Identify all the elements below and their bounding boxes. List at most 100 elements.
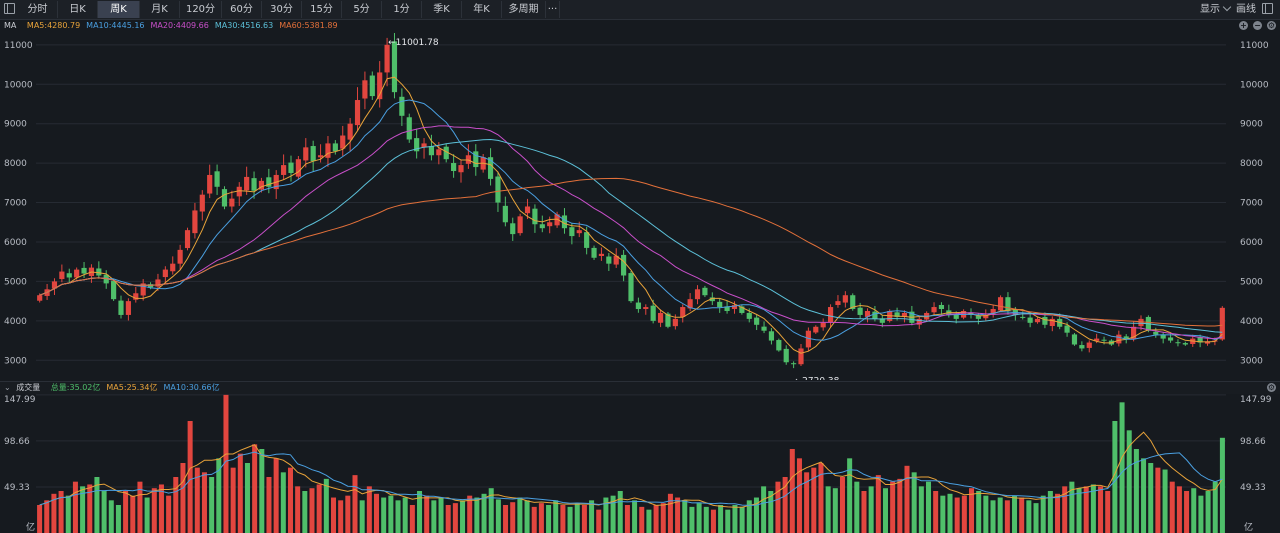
volume-bar bbox=[1055, 493, 1061, 533]
volume-bar bbox=[302, 491, 308, 533]
candle bbox=[606, 252, 612, 271]
candle bbox=[532, 204, 538, 233]
candle bbox=[990, 305, 996, 318]
plus-icon[interactable]: + bbox=[1239, 21, 1248, 30]
period-toolbar: 分时 日K 周K 月K 120分 60分 30分 15分 5分 1分 季K 年K 多周期 ··· 显示 画线 bbox=[0, 0, 1280, 20]
chevron-down-icon[interactable] bbox=[1222, 2, 1232, 12]
minus-icon[interactable]: − bbox=[1253, 21, 1262, 30]
volume-bar bbox=[123, 491, 129, 533]
candle bbox=[229, 190, 235, 213]
period-tab[interactable]: 周K bbox=[98, 1, 140, 18]
candle bbox=[754, 315, 760, 331]
volume-bar bbox=[474, 497, 480, 533]
volume-bar bbox=[904, 465, 910, 533]
candle bbox=[221, 186, 228, 210]
candle bbox=[717, 299, 723, 313]
period-tab[interactable]: 多周期 bbox=[502, 1, 546, 18]
candle bbox=[1005, 292, 1011, 315]
draw-line-button[interactable]: 画线 bbox=[1236, 4, 1256, 15]
volume-settings-icon[interactable]: ⚙ bbox=[1267, 383, 1276, 392]
period-tab[interactable]: 年K bbox=[462, 1, 502, 18]
period-tab[interactable]: 分时 bbox=[18, 1, 58, 18]
settings-icon[interactable]: ⚙ bbox=[1267, 21, 1276, 30]
period-tab[interactable]: 月K bbox=[140, 1, 180, 18]
volume-bar bbox=[703, 506, 709, 533]
volume-unit-right: 亿 bbox=[1244, 521, 1253, 533]
volume-chart[interactable]: 49.33 49.33 98.66 98.66 147.99 147.99 亿 亿 bbox=[0, 393, 1280, 533]
period-tab[interactable]: 5分 bbox=[342, 1, 382, 18]
volume-tick-label-right: 49.33 bbox=[1240, 483, 1266, 493]
volume-tick-label-left: 49.33 bbox=[4, 483, 30, 493]
volume-bar bbox=[460, 500, 466, 533]
candle bbox=[628, 271, 634, 303]
volume-bar bbox=[388, 495, 394, 533]
candle bbox=[613, 248, 619, 268]
volume-bar bbox=[330, 497, 337, 533]
period-tab[interactable]: 日K bbox=[58, 1, 98, 18]
candle bbox=[406, 113, 412, 143]
candle bbox=[399, 88, 405, 126]
candle bbox=[96, 261, 102, 279]
volume-bar bbox=[180, 463, 186, 533]
candle bbox=[192, 202, 198, 239]
candle bbox=[864, 308, 871, 323]
extreme-label: ←11001.78 bbox=[388, 38, 439, 48]
collapse-chevron-icon[interactable]: ⌄ bbox=[4, 383, 11, 392]
panel-toggle-icon[interactable] bbox=[4, 3, 15, 14]
volume-bar bbox=[976, 491, 982, 533]
volume-bar bbox=[1184, 491, 1190, 533]
period-tab[interactable]: 1分 bbox=[382, 1, 422, 18]
legend-item: MA5:25.34亿 bbox=[106, 383, 158, 392]
volume-bar bbox=[424, 495, 430, 533]
volume-bar bbox=[990, 500, 996, 533]
volume-bar bbox=[395, 500, 401, 533]
legend-item: MA10:30.66亿 bbox=[163, 383, 220, 392]
candle bbox=[362, 71, 368, 110]
volume-bar bbox=[517, 497, 523, 533]
volume-bar bbox=[467, 495, 473, 533]
volume-bar bbox=[1083, 486, 1089, 533]
volume-bar bbox=[940, 495, 946, 533]
volume-bar bbox=[969, 488, 975, 533]
volume-bar bbox=[567, 506, 573, 533]
volume-bar bbox=[280, 472, 286, 533]
candle bbox=[207, 164, 213, 199]
volume-bar bbox=[531, 506, 537, 533]
candle bbox=[502, 196, 508, 227]
panel-toggle-icon-right[interactable] bbox=[1262, 3, 1273, 14]
candle bbox=[451, 154, 457, 178]
candle bbox=[510, 217, 516, 241]
volume-bar bbox=[617, 491, 623, 533]
volume-tick-label-right: 98.66 bbox=[1240, 437, 1266, 447]
period-tab[interactable]: 60分 bbox=[222, 1, 262, 18]
candle bbox=[702, 285, 708, 298]
candle bbox=[635, 297, 641, 313]
period-tab[interactable]: 季K bbox=[422, 1, 462, 18]
candle bbox=[909, 305, 915, 326]
candle bbox=[798, 344, 804, 367]
candlestick-chart[interactable]: 3000 3000 4000 4000 5000 5000 6000 6000 7000 7000… bbox=[0, 33, 1280, 380]
volume-bar bbox=[689, 506, 695, 533]
volume-bar bbox=[1162, 469, 1168, 533]
candle bbox=[768, 328, 775, 345]
volume-bar bbox=[839, 477, 845, 533]
period-tab[interactable]: 15分 bbox=[302, 1, 342, 18]
candle bbox=[377, 61, 383, 108]
candle bbox=[125, 298, 131, 321]
candle bbox=[421, 138, 427, 159]
volume-bar bbox=[252, 444, 258, 533]
candle bbox=[694, 285, 701, 305]
y-tick-label-right: 8000 bbox=[1240, 159, 1263, 169]
candle bbox=[1034, 317, 1041, 324]
candle bbox=[820, 318, 826, 331]
display-menu[interactable]: 显示 bbox=[1200, 4, 1220, 15]
volume-bar bbox=[295, 486, 301, 533]
volume-bar bbox=[581, 505, 587, 533]
y-tick-label-right: 7000 bbox=[1240, 199, 1263, 209]
period-tab[interactable]: 120分 bbox=[180, 1, 222, 18]
period-tab[interactable]: ··· bbox=[546, 1, 560, 18]
legend-item: 总量:35.02亿 bbox=[50, 383, 101, 392]
candle bbox=[325, 136, 331, 167]
period-tab[interactable]: 30分 bbox=[262, 1, 302, 18]
volume-bar bbox=[818, 463, 824, 533]
